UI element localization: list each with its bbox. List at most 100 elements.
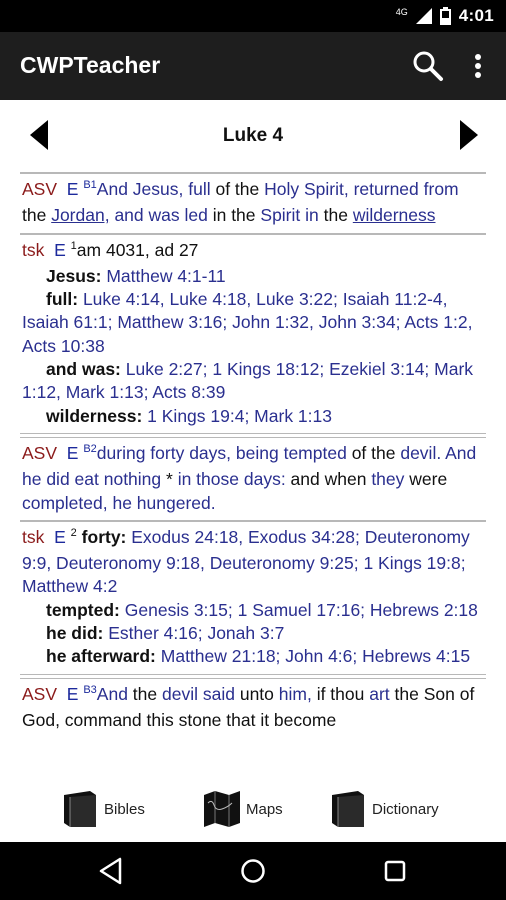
tsk-keyword: wilderness: [46, 405, 143, 426]
verse-number: 3 [90, 683, 97, 696]
verse-word[interactable]: Jordan, [51, 205, 109, 225]
tsk-entry: he did: Esther 4:16; Jonah 3:7 [22, 622, 484, 645]
verse-number: 1 [90, 179, 97, 191]
verse-word[interactable]: Holy Spirit, [264, 179, 349, 199]
b-marker[interactable]: B [83, 443, 90, 455]
verse-word[interactable]: And [97, 684, 128, 704]
signal-icon [415, 8, 432, 24]
verse-block[interactable]: ASV E B2during forty days, being tempted… [20, 438, 486, 520]
verse-word[interactable]: wilderness [353, 205, 436, 225]
tsk-references[interactable]: Esther 4:16; Jonah 3:7 [103, 623, 284, 643]
verse-word[interactable]: him, [279, 684, 312, 704]
app-title: CWPTeacher [20, 52, 161, 78]
bibles-label: Bibles [104, 800, 145, 818]
verse-word: of the [210, 179, 265, 199]
tsk-references[interactable]: 1 Kings 19:4; Mark 1:13 [142, 406, 332, 426]
verse-word: in the [207, 205, 261, 226]
verse-word: were [404, 469, 448, 490]
bible-source-label[interactable]: ASV [22, 179, 57, 199]
overflow-menu-icon[interactable] [468, 50, 488, 82]
recents-icon[interactable] [380, 856, 410, 886]
english-marker[interactable]: E [67, 443, 79, 463]
verse-word[interactable]: And Jesus, full [97, 179, 211, 199]
status-bar: 4G 4:01 [0, 0, 506, 32]
tsk-references[interactable]: Genesis 3:15; 1 Samuel 17:16; Hebrews 2:… [120, 600, 478, 620]
verse-word[interactable]: devil [162, 684, 198, 704]
verse-number: 2 [70, 526, 77, 539]
verse-word[interactable]: in those days: [178, 469, 286, 489]
tsk-source-label: tsk [22, 239, 45, 260]
tsk-keyword: tempted: [46, 599, 120, 620]
verse-word[interactable]: being tempted [236, 443, 347, 463]
bible-source-label[interactable]: ASV [22, 684, 57, 704]
verse-word[interactable]: art [369, 684, 389, 704]
verse-word[interactable]: during forty days, [97, 443, 231, 463]
bible-source-label[interactable]: ASV [22, 443, 57, 463]
tsk-keyword: and was: [46, 359, 121, 380]
tsk-source-label: tsk [22, 526, 45, 547]
english-marker[interactable]: E [54, 527, 66, 547]
bottom-toolbar: Bibles Maps Dictionary [0, 778, 506, 842]
english-marker[interactable]: E [67, 179, 79, 199]
tsk-keyword: Jesus: [46, 265, 102, 286]
tsk-entries: Jesus: Matthew 4:1-11 full: Luke 4:14, Lu… [22, 265, 484, 428]
home-icon[interactable] [238, 856, 268, 886]
verse-word: the [22, 205, 52, 226]
network-type-label: 4G [395, 7, 408, 17]
verse-word[interactable]: said [198, 684, 235, 704]
tsk-date: am 4031, ad 27 [76, 239, 199, 260]
verse-block[interactable]: ASV E B1And Jesus, full of the Holy Spir… [20, 174, 486, 233]
battery-icon [439, 7, 451, 25]
verse-word[interactable]: and was led [110, 205, 207, 225]
tsk-entries: tempted: Genesis 3:15; 1 Samuel 17:16; H… [22, 599, 484, 669]
dictionary-button[interactable]: Dictionary [328, 784, 439, 834]
tsk-entry: Jesus: Matthew 4:1-11 [22, 265, 484, 288]
verse-word[interactable]: devil. [400, 443, 441, 463]
tsk-keyword: he afterward: [46, 646, 156, 667]
next-chapter-icon[interactable] [456, 118, 482, 152]
tsk-entry: full: Luke 4:14, Luke 4:18, Luke 3:22; I… [22, 288, 484, 358]
back-icon[interactable] [96, 856, 126, 886]
tsk-block[interactable]: tsk E 1am 4031, ad 27 Jesus: Matthew 4:1… [20, 235, 486, 433]
tsk-references[interactable]: Luke 4:14, Luke 4:18, Luke 3:22; Isaiah … [22, 289, 472, 356]
verse-word[interactable]: in [300, 205, 319, 225]
b-marker[interactable]: B [83, 179, 90, 191]
chapter-title: Luke 4 [222, 125, 284, 146]
verse-word[interactable]: nothing [104, 469, 161, 489]
book-icon [64, 791, 96, 827]
verse-word[interactable]: Spirit [260, 205, 300, 225]
verse-word: unto [234, 683, 279, 704]
clock: 4:01 [458, 6, 494, 25]
verse-word[interactable]: completed, [22, 493, 108, 513]
verse-word[interactable]: he hungered. [112, 493, 215, 513]
tsk-references[interactable]: Matthew 21:18; John 4:6; Hebrews 4:15 [156, 646, 470, 666]
verse-word[interactable]: they [371, 469, 404, 489]
bibles-button[interactable]: Bibles [60, 784, 145, 834]
map-icon [204, 791, 240, 827]
verse-word: * [161, 469, 178, 490]
verse-word[interactable]: returned from [349, 179, 459, 199]
english-marker[interactable]: E [54, 240, 66, 260]
maps-button[interactable]: Maps [202, 784, 283, 834]
b-marker[interactable]: B [83, 684, 90, 696]
dictionary-label: Dictionary [372, 800, 439, 818]
chapter-navigation: Luke 4 [0, 100, 506, 172]
english-marker[interactable]: E [67, 684, 79, 704]
search-icon[interactable] [412, 50, 444, 82]
verse-word: the [127, 683, 162, 704]
tsk-keyword: forty: [81, 526, 127, 547]
verse-number: 1 [70, 239, 77, 252]
app-bar: CWPTeacher [0, 32, 506, 100]
chapter-content[interactable]: ASV E B1And Jesus, full of the Holy Spir… [0, 172, 506, 778]
verse-word: of the [346, 442, 401, 463]
tsk-entry: he afterward: Matthew 21:18; John 4:6; H… [22, 645, 484, 668]
verse-block[interactable]: ASV E B3And the devil said unto him, if … [20, 679, 486, 738]
system-navigation-bar [0, 842, 506, 900]
tsk-entry: wilderness: 1 Kings 19:4; Mark 1:13 [22, 405, 484, 428]
verse-word: and when [285, 469, 372, 490]
verse-number: 2 [90, 442, 97, 455]
tsk-block[interactable]: tsk E 2 forty: Exodus 24:18, Exodus 34:2… [20, 522, 486, 674]
tsk-entry: tempted: Genesis 3:15; 1 Samuel 17:16; H… [22, 599, 484, 622]
tsk-references[interactable]: Matthew 4:1-11 [101, 266, 225, 286]
tsk-entry: and was: Luke 2:27; 1 Kings 18:12; Ezeki… [22, 358, 484, 405]
